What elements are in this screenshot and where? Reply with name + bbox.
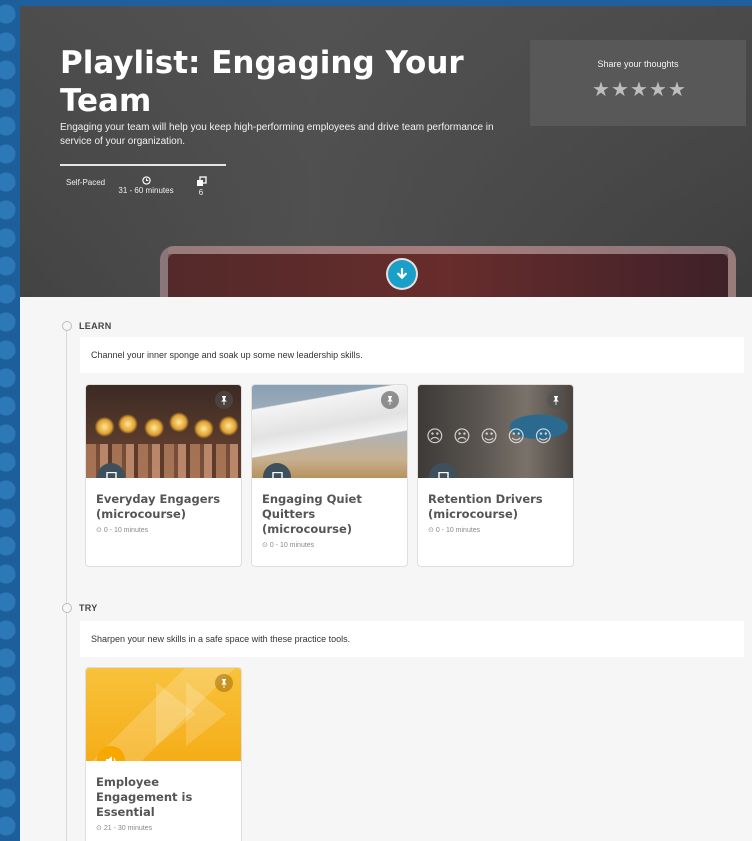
card-duration: ⊙ 0 - 10 minutes — [96, 526, 231, 534]
page-title: Playlist: Engaging Your Team — [60, 45, 464, 119]
card-thumbnail — [86, 385, 241, 478]
copy-icon — [196, 176, 207, 186]
section-title-learn: LEARN — [79, 321, 112, 331]
side-decoration — [0, 0, 20, 841]
star-rating[interactable]: ★ ★ ★ ★ ★ — [592, 80, 686, 100]
card-duration-value: 0 - 10 minutes — [269, 542, 315, 549]
star-icon[interactable]: ★ — [630, 80, 648, 100]
hero-divider — [60, 164, 226, 166]
clock-icon — [141, 176, 151, 185]
course-card[interactable]: Everyday Engagers (microcourse) ⊙ 0 - 10… — [85, 384, 242, 567]
course-card[interactable]: Engaging Quiet Quitters (microcourse) ⊙ … — [251, 384, 408, 567]
card-duration-value: 0 - 10 minutes — [103, 527, 149, 534]
section-description-learn: Channel your inner sponge and soak up so… — [80, 337, 744, 373]
card-title[interactable]: Retention Drivers (microcourse) — [428, 492, 563, 522]
card-duration: ⊙ 21 - 30 minutes — [96, 824, 231, 832]
card-duration-value: 21 - 30 minutes — [103, 825, 153, 832]
pin-icon[interactable] — [215, 391, 233, 409]
card-duration-value: 0 - 10 minutes — [435, 527, 481, 534]
duration-value: 31 - 60 minutes — [118, 186, 174, 195]
section-title-try: TRY — [79, 603, 98, 613]
pin-icon[interactable] — [547, 391, 565, 409]
laptop-icon — [97, 463, 125, 478]
card-thumbnail — [252, 385, 407, 478]
clock-icon: ⊙ — [262, 542, 268, 549]
card-thumbnail — [418, 385, 573, 478]
clock-icon: ⊙ — [96, 527, 102, 534]
star-icon[interactable]: ★ — [592, 80, 610, 100]
card-thumbnail — [86, 668, 241, 761]
rating-label: Share your thoughts — [597, 59, 679, 69]
section-marker — [62, 603, 72, 613]
course-card[interactable]: Employee Engagement is Essential ⊙ 21 - … — [85, 667, 242, 841]
clock-icon: ⊙ — [96, 825, 102, 832]
laptop-icon — [263, 463, 291, 478]
star-icon[interactable]: ★ — [668, 80, 686, 100]
hero-background-image — [160, 246, 736, 297]
pin-icon[interactable] — [215, 674, 233, 692]
course-card[interactable]: Retention Drivers (microcourse) ⊙ 0 - 10… — [417, 384, 574, 567]
card-title[interactable]: Employee Engagement is Essential — [96, 775, 196, 820]
clock-icon: ⊙ — [428, 527, 434, 534]
duration-meta: 31 - 60 minutes — [116, 176, 176, 195]
star-icon[interactable]: ★ — [611, 80, 629, 100]
item-count-value: 6 — [198, 188, 204, 197]
item-count-meta: 6 — [190, 176, 212, 197]
card-duration: ⊙ 0 - 10 minutes — [428, 526, 563, 534]
star-icon[interactable]: ★ — [649, 80, 667, 100]
card-duration: ⊙ 0 - 10 minutes — [262, 541, 397, 549]
card-title[interactable]: Engaging Quiet Quitters (microcourse) — [262, 492, 397, 537]
scroll-down-button[interactable] — [388, 260, 416, 288]
laptop-icon — [429, 463, 457, 478]
pace-label: Self-Paced — [66, 178, 106, 187]
audio-icon — [97, 746, 125, 761]
playlist-hero: Playlist: Engaging Your Team Engaging yo… — [20, 6, 752, 297]
section-marker — [62, 321, 72, 331]
playlist-description: Engaging your team will help you keep hi… — [60, 122, 494, 147]
section-description-try: Sharpen your new skills in a safe space … — [80, 621, 744, 657]
rating-panel: Share your thoughts ★ ★ ★ ★ ★ — [530, 40, 746, 126]
pin-icon[interactable] — [381, 391, 399, 409]
arrow-down-icon — [397, 268, 407, 279]
timeline-line — [66, 331, 67, 841]
playlist-content: LEARN Channel your inner sponge and soak… — [20, 297, 752, 841]
card-title[interactable]: Everyday Engagers (microcourse) — [96, 492, 231, 522]
